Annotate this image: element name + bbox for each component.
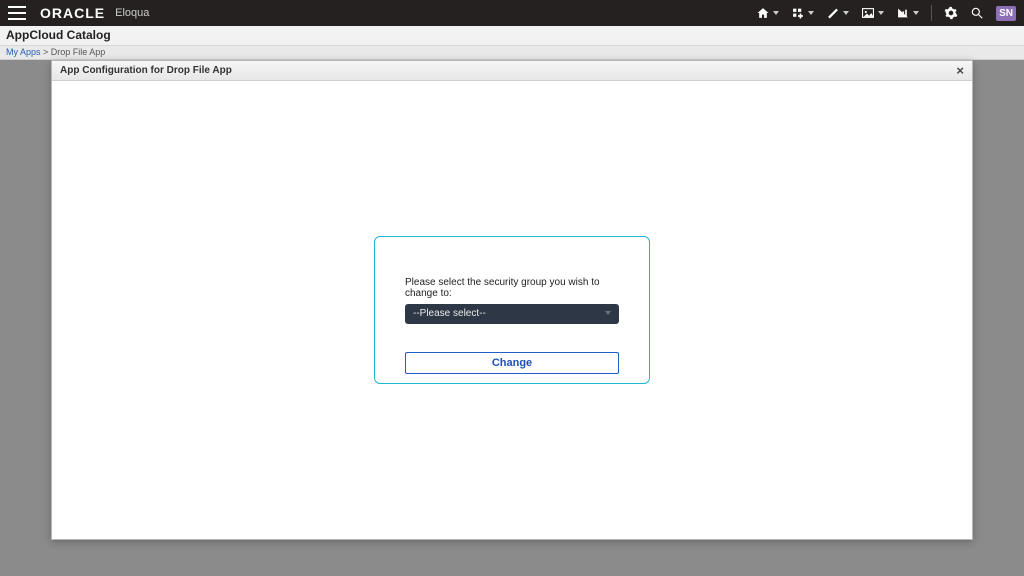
chart-icon[interactable] [896,7,919,19]
chevron-down-icon [913,11,919,15]
change-button[interactable]: Change [405,352,619,374]
security-group-select[interactable]: --Please select-- [405,304,619,324]
gear-icon[interactable] [944,6,958,20]
breadcrumb-current: Drop File App [51,47,106,57]
nav-right: SN [756,5,1016,21]
grid-plus-icon[interactable] [791,7,814,19]
image-icon[interactable] [861,7,884,19]
breadcrumb-sep: > [41,47,51,57]
config-modal: App Configuration for Drop File App × Pl… [51,60,973,540]
breadcrumb-root[interactable]: My Apps [6,47,41,57]
page-title: AppCloud Catalog [0,26,1024,46]
modal-body: Please select the security group you wis… [52,81,972,539]
content-area: App Configuration for Drop File App × Pl… [0,60,1024,576]
product-name: Eloqua [115,7,149,19]
config-card: Please select the security group you wis… [374,236,650,384]
home-icon[interactable] [756,7,779,19]
security-group-label: Please select the security group you wis… [405,277,619,299]
menu-icon[interactable] [8,6,26,20]
security-group-select-wrap: --Please select-- [405,303,619,324]
top-nav: ORACLE Eloqua SN [0,0,1024,26]
search-icon[interactable] [970,6,984,20]
user-avatar[interactable]: SN [996,6,1016,21]
chevron-down-icon [843,11,849,15]
modal-header: App Configuration for Drop File App × [52,61,972,81]
divider [931,5,932,21]
chevron-down-icon [808,11,814,15]
brand-logo: ORACLE [40,5,105,21]
modal-title: App Configuration for Drop File App [60,65,232,76]
chevron-down-icon [773,11,779,15]
close-icon[interactable]: × [956,63,964,78]
pen-icon[interactable] [826,7,849,19]
chevron-down-icon [878,11,884,15]
breadcrumb: My Apps > Drop File App [0,46,1024,60]
